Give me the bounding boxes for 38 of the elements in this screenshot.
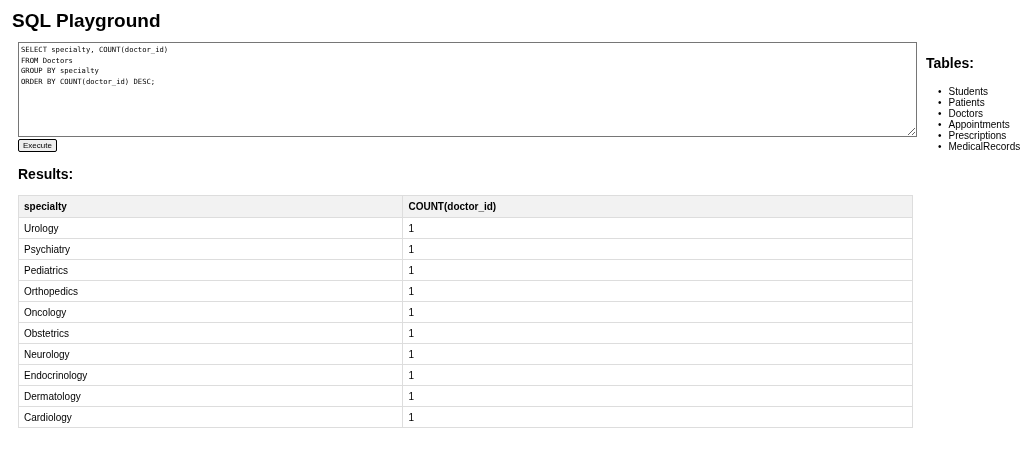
column-header: specialty: [18, 195, 403, 218]
list-bullet: •: [938, 86, 942, 97]
table-cell: 1: [402, 238, 913, 260]
table-name: Doctors: [948, 108, 983, 119]
table-cell: Oncology: [18, 301, 403, 323]
results-heading: Results:: [18, 166, 75, 182]
list-bullet: •: [938, 130, 942, 141]
table-cell: Neurology: [18, 343, 403, 365]
table-cell: Endocrinology: [18, 364, 403, 386]
table-name: Appointments: [948, 119, 1010, 130]
list-bullet: •: [938, 97, 942, 108]
execute-button[interactable]: Execute: [18, 139, 57, 152]
list-bullet: •: [938, 141, 942, 152]
table-cell: Cardiology: [18, 406, 403, 428]
table-cell: Obstetrics: [18, 322, 403, 344]
table-cell: 1: [402, 301, 913, 323]
table-cell: 1: [402, 343, 913, 365]
list-bullet: •: [938, 119, 942, 130]
page-title: SQL Playground: [12, 9, 162, 33]
table-cell: 1: [402, 385, 913, 407]
table-cell: 1: [402, 364, 913, 386]
table-name: Students: [948, 86, 988, 97]
list-bullet: •: [938, 108, 942, 119]
table-cell: 1: [402, 322, 913, 344]
table-cell: Pediatrics: [18, 259, 403, 281]
table-name: MedicalRecords: [948, 141, 1021, 152]
table-cell: Dermatology: [18, 385, 403, 407]
tables-heading: Tables:: [926, 55, 975, 71]
table-cell: 1: [402, 280, 913, 302]
table-cell: 1: [402, 406, 913, 428]
table-cell: 1: [402, 259, 913, 281]
table-cell: Psychiatry: [18, 238, 403, 260]
table-cell: 1: [402, 217, 913, 239]
column-header: COUNT(doctor_id): [402, 195, 913, 218]
table-name: Prescriptions: [948, 130, 1007, 141]
table-cell: Urology: [18, 217, 403, 239]
table-name: Patients: [948, 97, 985, 108]
table-cell: Orthopedics: [18, 280, 403, 302]
